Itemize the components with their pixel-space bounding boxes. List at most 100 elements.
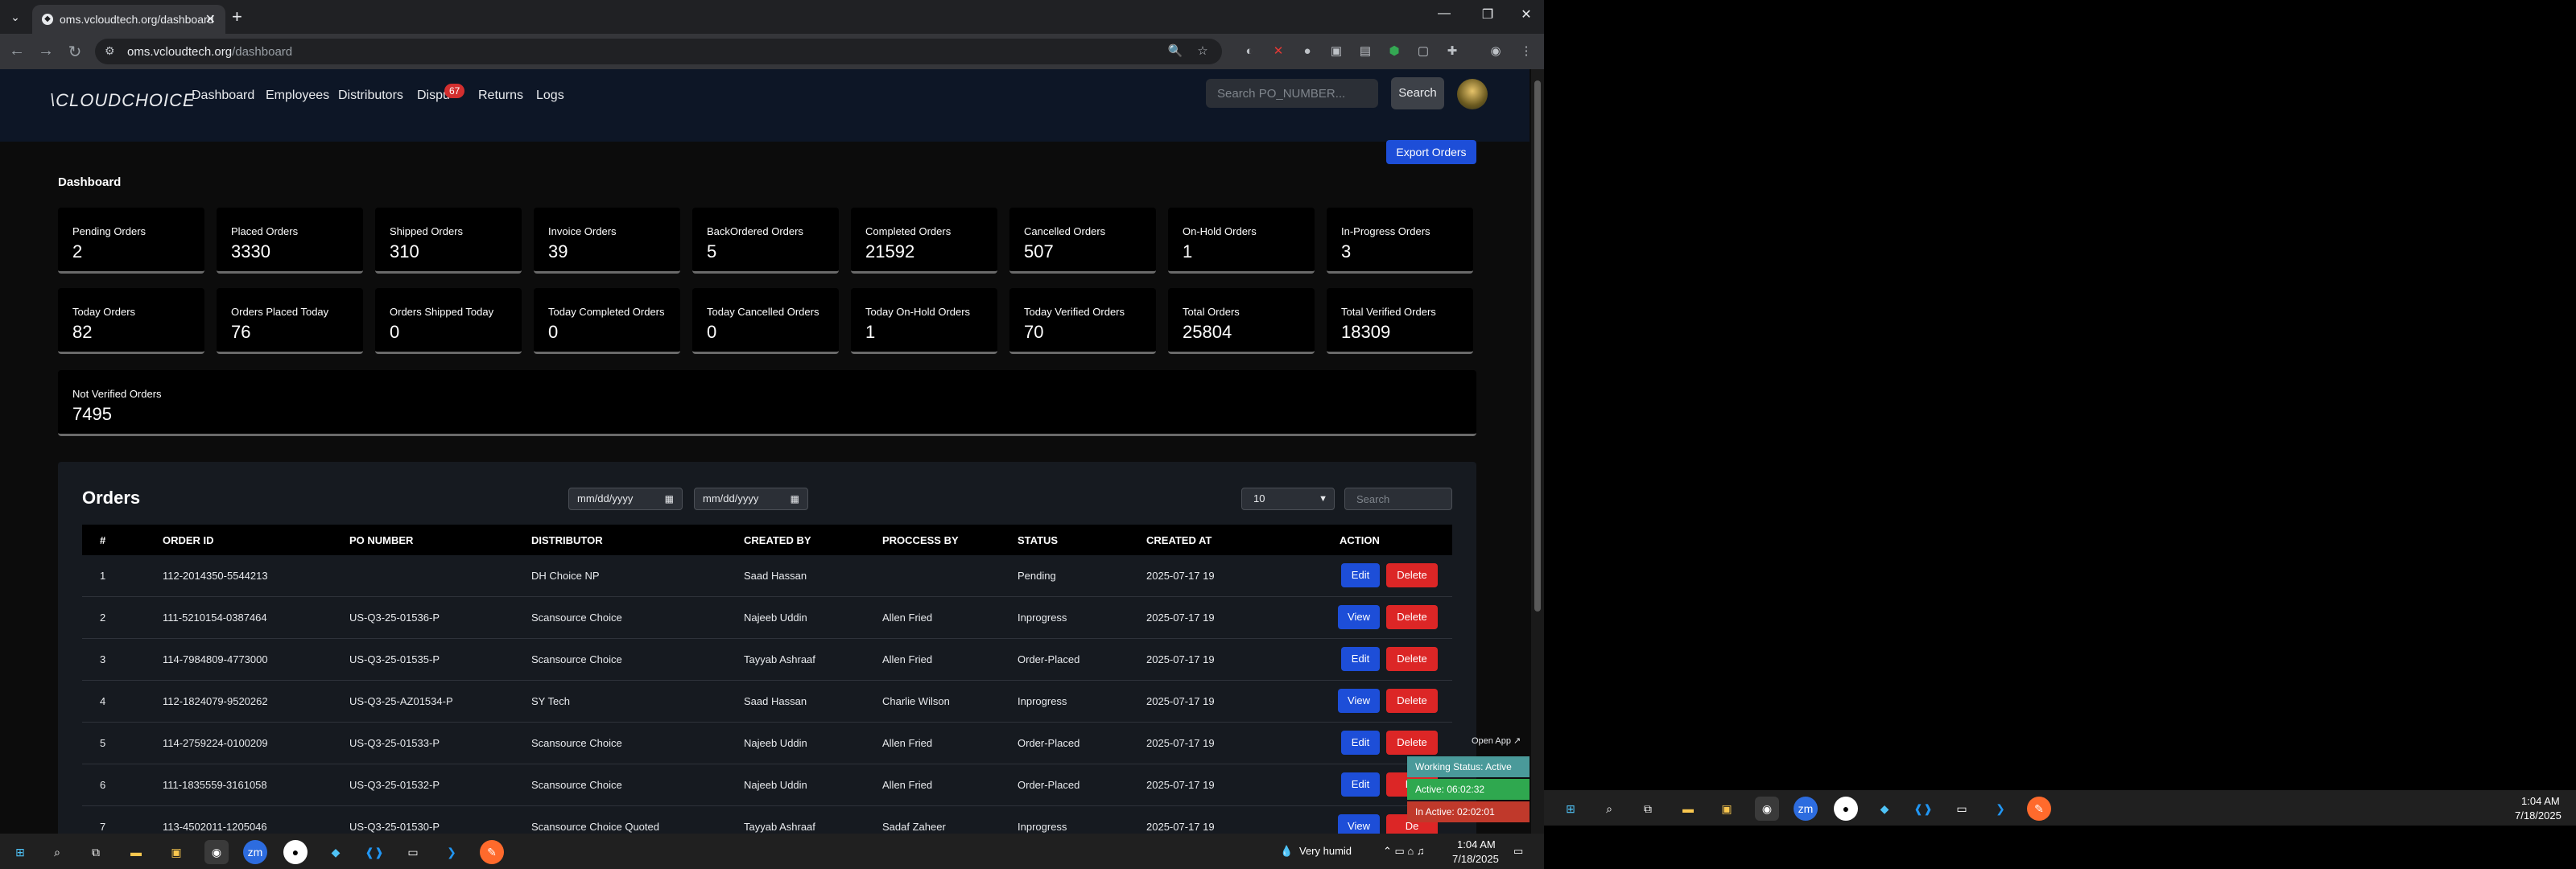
close-window-icon[interactable]: ✕ — [1510, 6, 1542, 23]
powershell-icon[interactable]: ❯ — [440, 840, 464, 864]
tab-close-icon[interactable]: ✕ — [205, 11, 216, 27]
cell-status: Pending — [1018, 570, 1056, 582]
view-button[interactable]: View — [1338, 605, 1380, 629]
edit-button[interactable]: Edit — [1341, 647, 1380, 671]
nav-returns[interactable]: Returns — [478, 89, 523, 103]
start-date-input[interactable]: mm/dd/yyyy ▦ — [568, 488, 683, 510]
app-circle-icon[interactable]: ● — [283, 840, 308, 864]
edit-button[interactable]: Edit — [1341, 563, 1380, 587]
url-text: oms.vcloudtech.org/dashboard — [127, 45, 293, 59]
chrome-menu-icon[interactable]: ⋮ — [1517, 42, 1536, 61]
extension-fd-icon[interactable]: ▣ — [1327, 42, 1346, 61]
table-search-input[interactable] — [1344, 488, 1452, 510]
bookmark-star-icon[interactable]: ☆ — [1193, 42, 1212, 61]
terminal-icon[interactable]: ▭ — [1950, 797, 1974, 821]
tray-icons[interactable]: ⌃ ▭ ⌂ ♫ — [1383, 845, 1425, 858]
back-icon[interactable]: ← — [6, 42, 27, 60]
search-icon[interactable]: ⌕ — [1597, 797, 1621, 821]
terminal-icon[interactable]: ▭ — [401, 840, 425, 864]
search-button[interactable]: Search — [1391, 77, 1444, 109]
site-info-icon[interactable]: ⚙ — [105, 44, 115, 58]
weather-text[interactable]: Very humid — [1299, 845, 1352, 857]
app-bird-icon[interactable]: ◆ — [324, 840, 348, 864]
file-explorer-icon[interactable]: ▬ — [1676, 797, 1700, 821]
minimize-icon[interactable]: — — [1428, 6, 1460, 21]
view-button[interactable]: View — [1338, 689, 1380, 713]
nav-dashboard[interactable]: Dashboard — [192, 89, 254, 103]
delete-button[interactable]: Delete — [1386, 647, 1438, 671]
scrollbar-thumb[interactable] — [1534, 80, 1541, 612]
task-view-icon[interactable]: ⧉ — [1636, 797, 1660, 821]
vscode-icon[interactable]: ❰❱ — [362, 840, 386, 864]
clock-date[interactable]: 7/18/2025 — [2515, 809, 2562, 822]
col-header: # — [100, 534, 106, 546]
extension-shield-icon[interactable]: ⬢ — [1385, 42, 1404, 61]
delete-button[interactable]: Delete — [1386, 689, 1438, 713]
zoom-app-icon[interactable]: zm — [1794, 797, 1818, 821]
powershell-icon[interactable]: ❯ — [1988, 797, 2013, 821]
cell-distributor: SY Tech — [531, 695, 570, 707]
extension-x-icon[interactable]: ✕ — [1269, 42, 1288, 61]
brand-logo[interactable]: \CLOUDCHOICE — [50, 90, 196, 111]
edit-button[interactable]: Edit — [1341, 772, 1380, 797]
stat-value: 0 — [390, 322, 400, 342]
windows-start-icon[interactable]: ⊞ — [8, 840, 32, 864]
search-icon[interactable]: ⌕ — [45, 840, 69, 864]
clock-time[interactable]: 1:04 AM — [1457, 838, 1496, 850]
table-header: # ORDER ID PO NUMBER DISTRIBUTOR CREATED… — [82, 525, 1452, 555]
edit-button[interactable]: Edit — [1341, 731, 1380, 755]
delete-button[interactable]: Delete — [1386, 563, 1438, 587]
delete-button[interactable]: Delete — [1386, 731, 1438, 755]
file-explorer-icon[interactable]: ▬ — [124, 840, 148, 864]
restore-icon[interactable]: ❐ — [1472, 6, 1504, 23]
postman-icon[interactable]: ✎ — [2027, 797, 2051, 821]
calendar-icon[interactable]: ▦ — [791, 488, 799, 509]
zoom-icon[interactable]: 🔍 — [1166, 42, 1185, 61]
extension-image-icon[interactable]: ▤ — [1356, 42, 1375, 61]
store-icon[interactable]: ▣ — [164, 840, 188, 864]
postman-icon[interactable]: ✎ — [480, 840, 504, 864]
delete-button[interactable]: Delete — [1386, 605, 1438, 629]
stat-label: Not Verified Orders — [72, 388, 162, 400]
page-scrollbar[interactable] — [1531, 69, 1544, 869]
extension-incognito-icon[interactable]: ◐ — [1240, 42, 1259, 61]
reload-icon[interactable]: ↻ — [64, 42, 85, 62]
nav-logs[interactable]: Logs — [536, 89, 564, 103]
store-icon[interactable]: ▣ — [1715, 797, 1739, 821]
export-orders-button[interactable]: Export Orders — [1386, 140, 1476, 164]
app-circle-icon[interactable]: ● — [1834, 797, 1858, 821]
open-app-link[interactable]: Open App ↗ — [1472, 735, 1521, 746]
forward-icon[interactable]: → — [35, 42, 56, 60]
cell-status: Order-Placed — [1018, 653, 1080, 665]
browser-tab[interactable]: ◆ oms.vcloudtech.org/dashboard ✕ — [32, 5, 225, 34]
vscode-icon[interactable]: ❰❱ — [1911, 797, 1935, 821]
stat-label: Today Orders — [72, 306, 136, 318]
tab-search-icon[interactable]: ⌄ — [6, 8, 24, 26]
app-bird-icon[interactable]: ◆ — [1872, 797, 1897, 821]
chrome-icon[interactable]: ◉ — [204, 840, 229, 864]
task-view-icon[interactable]: ⧉ — [84, 840, 108, 864]
stat-card-placed-today: Orders Placed Today 76 — [217, 288, 363, 354]
extension-box-icon[interactable]: ▢ — [1414, 42, 1433, 61]
address-bar[interactable]: ⚙ oms.vcloudtech.org/dashboard 🔍 ☆ — [95, 39, 1222, 64]
nav-distributors[interactable]: Distributors — [338, 89, 403, 103]
browser-toolbar: ← → ↻ ⚙ oms.vcloudtech.org/dashboard 🔍 ☆… — [0, 34, 1544, 69]
extension-circle-icon[interactable]: ● — [1298, 42, 1317, 61]
profile-icon[interactable]: ◉ — [1486, 42, 1505, 61]
page-size-select[interactable]: 10 ▼ — [1241, 488, 1335, 510]
calendar-icon[interactable]: ▦ — [665, 488, 674, 509]
new-tab-icon[interactable]: + — [232, 6, 242, 27]
clock-time[interactable]: 1:04 AM — [2521, 795, 2560, 807]
zoom-app-icon[interactable]: zm — [243, 840, 267, 864]
nav-employees[interactable]: Employees — [266, 89, 329, 103]
cell-created-by: Najeeb Uddin — [744, 612, 807, 624]
end-date-input[interactable]: mm/dd/yyyy ▦ — [694, 488, 808, 510]
stat-label: Orders Placed Today — [231, 306, 329, 318]
po-search-input[interactable] — [1206, 79, 1378, 108]
windows-start-icon[interactable]: ⊞ — [1558, 797, 1583, 821]
clock-date[interactable]: 7/18/2025 — [1452, 853, 1499, 865]
user-avatar[interactable] — [1457, 79, 1488, 109]
extensions-puzzle-icon[interactable]: ✚ — [1443, 42, 1462, 61]
notifications-icon[interactable]: ▭ — [1513, 845, 1523, 858]
chrome-icon[interactable]: ◉ — [1755, 797, 1779, 821]
